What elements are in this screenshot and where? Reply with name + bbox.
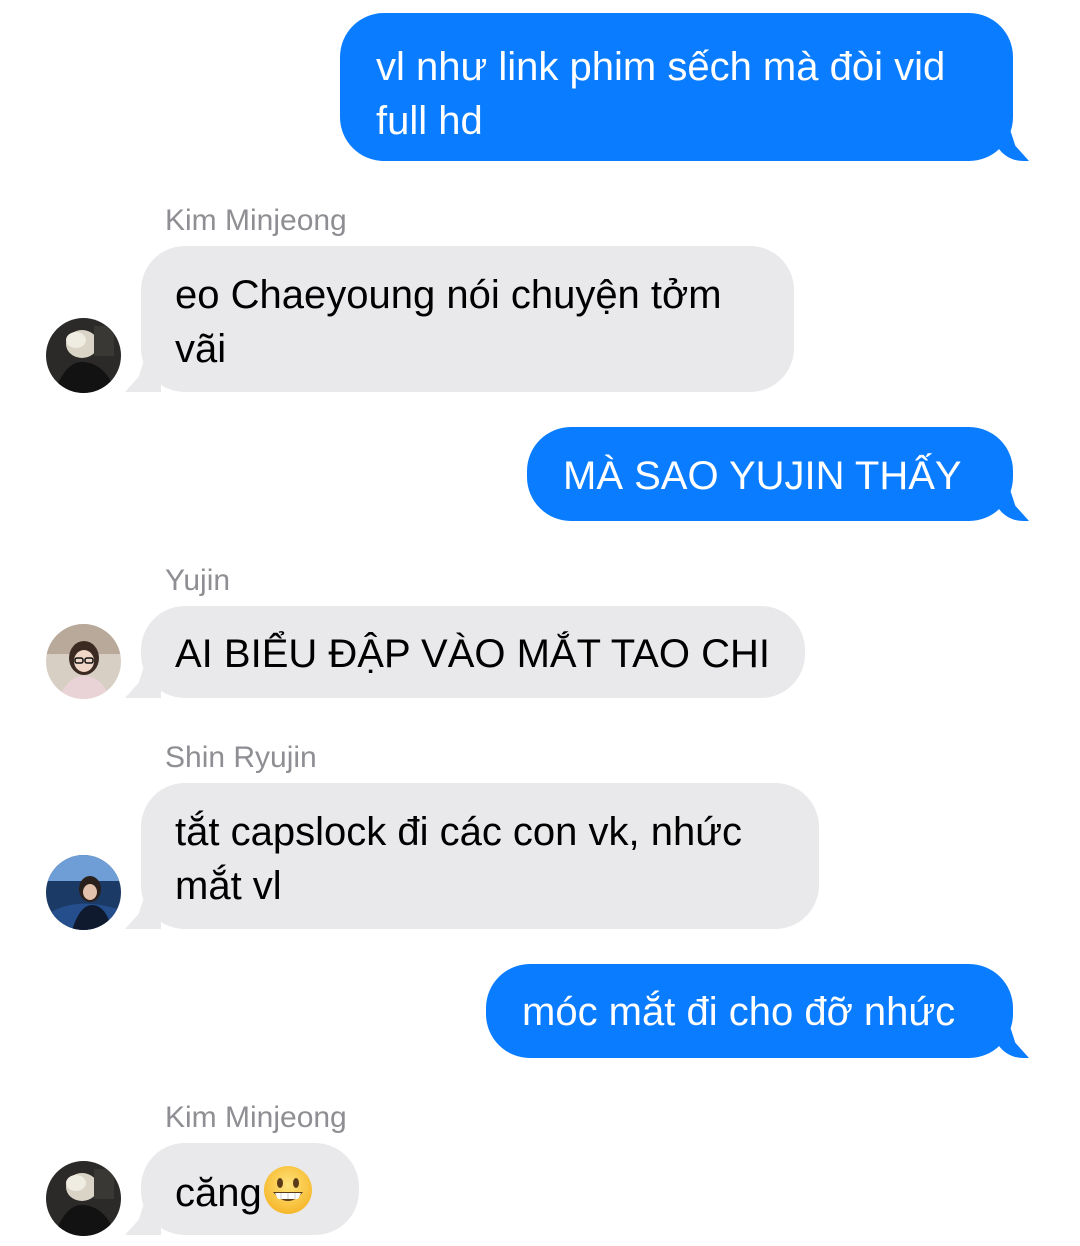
message-text-line: eo Chaeyoung nói chuyện tởm	[175, 273, 722, 317]
message-text-line: mắt vl	[175, 864, 282, 908]
avatar[interactable]	[46, 624, 121, 699]
grinning-face-emoji-icon	[262, 1164, 314, 1216]
message-text-line: căng	[175, 1164, 359, 1220]
message-text-line: vl như link phim sếch mà đòi vid	[376, 45, 946, 89]
message-text-line: móc mắt đi cho đỡ nhức	[522, 990, 956, 1034]
message-text-line: full hd	[376, 99, 483, 143]
outgoing-message-bubble[interactable]: móc mắt đi cho đỡ nhức	[486, 964, 1013, 1058]
incoming-message-bubble[interactable]: eo Chaeyoung nói chuyện tởm vãi	[141, 246, 794, 392]
incoming-message-bubble[interactable]: AI BIỂU ĐẬP VÀO MẮT TAO CHI	[141, 606, 805, 698]
avatar[interactable]	[46, 855, 121, 930]
sender-name: Kim Minjeong	[165, 1101, 347, 1134]
sender-name: Shin Ryujin	[165, 741, 317, 774]
sender-name: Yujin	[165, 564, 231, 597]
avatar[interactable]	[46, 1161, 121, 1236]
sender-name: Kim Minjeong	[165, 204, 347, 237]
message-text-line: tắt capslock đi các con vk, nhức	[175, 810, 743, 854]
avatar[interactable]	[46, 318, 121, 393]
message-text-line: MÀ SAO YUJIN THẤY	[563, 454, 962, 498]
incoming-message-bubble[interactable]: tắt capslock đi các con vk, nhức mắt vl	[141, 783, 819, 929]
message-text-line: AI BIỂU ĐẬP VÀO MẮT TAO CHI	[175, 632, 770, 676]
message-text-line: vãi	[175, 327, 227, 371]
message-text: căng	[175, 1171, 262, 1215]
incoming-message-bubble[interactable]: căng	[141, 1143, 359, 1235]
outgoing-message-bubble[interactable]: vl như link phim sếch mà đòi vid full hd	[340, 13, 1013, 161]
outgoing-message-bubble[interactable]: MÀ SAO YUJIN THẤY	[527, 427, 1013, 521]
